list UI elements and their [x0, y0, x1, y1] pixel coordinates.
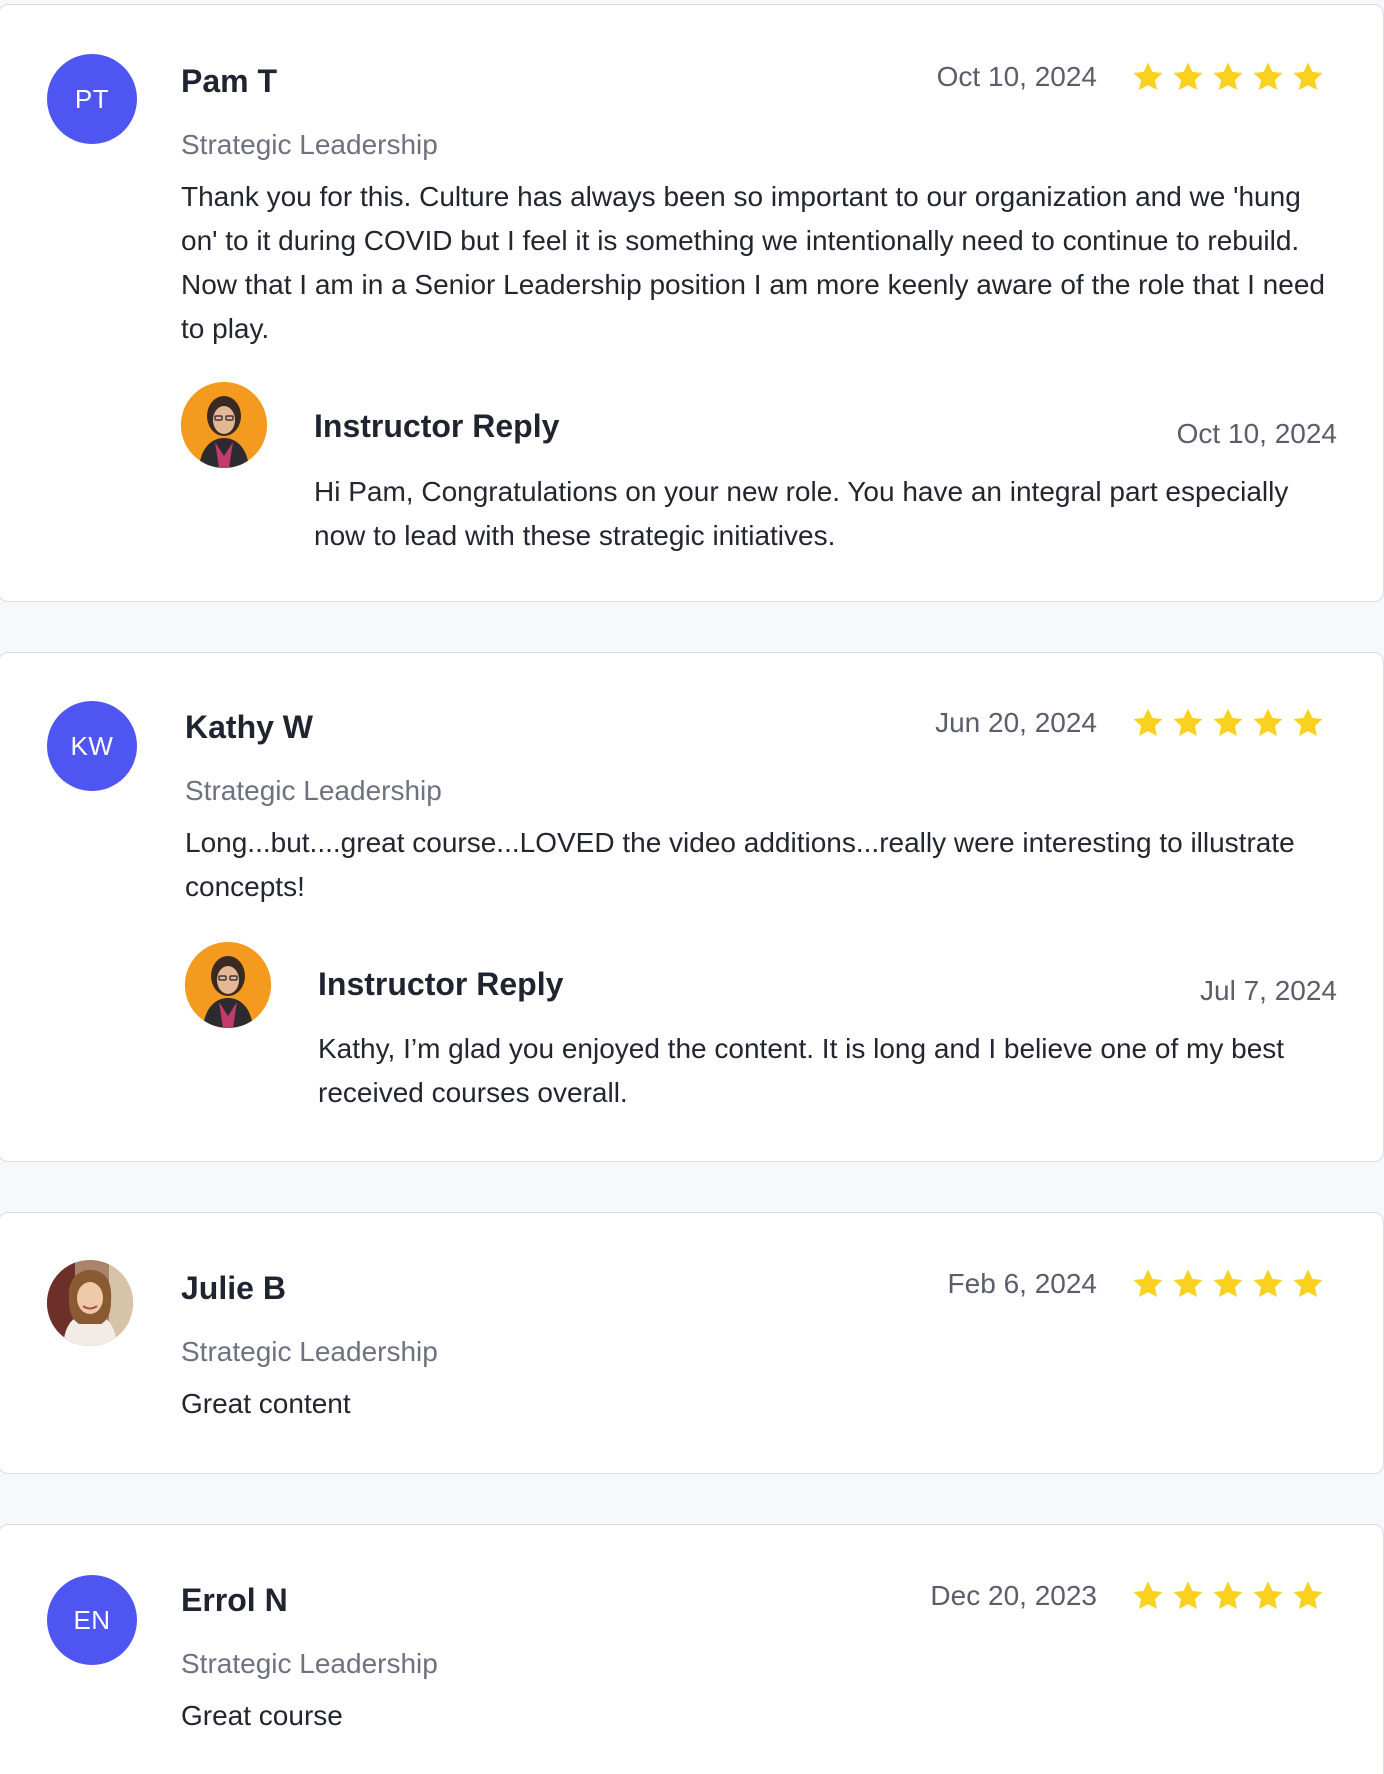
star-rating [1131, 1267, 1325, 1301]
user-avatar: KW [47, 701, 137, 791]
star-icon [1293, 1269, 1323, 1298]
star-icon [1253, 62, 1283, 91]
star-icon [1133, 1581, 1163, 1610]
course-name: Strategic Leadership [181, 1336, 438, 1367]
review-text: Long...but....great course...LOVED the v… [185, 827, 1295, 902]
star-icon [1213, 708, 1243, 737]
star-icon [1253, 1269, 1283, 1298]
review-text: Thank you for this. Culture has always b… [181, 181, 1325, 344]
star-icon [1213, 62, 1243, 91]
star-icon [1213, 1581, 1243, 1610]
instructor-reply-title: Instructor Reply [318, 966, 564, 1002]
review-card: KW Kathy W Jun 20, 2024 Strategic Leader… [0, 652, 1384, 1162]
review-date: Oct 10, 2024 [936, 61, 1097, 92]
star-icon [1253, 708, 1283, 737]
star-rating [1131, 706, 1325, 740]
star-icon [1253, 1581, 1283, 1610]
star-icon [1293, 62, 1323, 91]
star-icon [1213, 1269, 1243, 1298]
review-text: Great content [181, 1388, 351, 1419]
instructor-reply-title: Instructor Reply [314, 408, 560, 444]
review-card: EN Errol N Dec 20, 2023 Strategic Leader… [0, 1524, 1384, 1774]
reviewer-name: Julie B [181, 1270, 286, 1306]
star-icon [1173, 1581, 1203, 1610]
instructor-avatar [181, 382, 267, 468]
star-rating [1131, 1579, 1325, 1613]
reply-text: Kathy, I’m glad you enjoyed the content.… [318, 1033, 1285, 1108]
review-text: Great course [181, 1700, 343, 1731]
star-icon [1133, 62, 1163, 91]
star-icon [1173, 62, 1203, 91]
reviews-page: PT Pam T Oct 10, 2024 Strategic Leadersh… [0, 0, 1384, 1774]
reply-date: Jul 7, 2024 [1200, 975, 1337, 1006]
review-date: Feb 6, 2024 [947, 1268, 1097, 1299]
review-date: Jun 20, 2024 [935, 707, 1097, 738]
user-avatar: EN [47, 1575, 137, 1665]
star-icon [1173, 1269, 1203, 1298]
review-date: Dec 20, 2023 [930, 1580, 1097, 1611]
star-icon [1293, 1581, 1323, 1610]
star-icon [1173, 708, 1203, 737]
star-icon [1293, 708, 1323, 737]
instructor-avatar [185, 942, 271, 1028]
user-avatar: PT [47, 54, 137, 144]
reviewer-name: Errol N [181, 1582, 288, 1618]
star-rating [1131, 60, 1325, 94]
reply-date: Oct 10, 2024 [1176, 418, 1337, 449]
reply-text: Hi Pam, Congratulations on your new role… [314, 476, 1289, 551]
reviewer-name: Kathy W [185, 709, 313, 745]
reviewer-name: Pam T [181, 63, 278, 99]
review-card: Julie B Feb 6, 2024 Strategic Leadership… [0, 1212, 1384, 1474]
course-name: Strategic Leadership [181, 129, 438, 160]
course-name: Strategic Leadership [185, 775, 442, 806]
star-icon [1133, 1269, 1163, 1298]
star-icon [1133, 708, 1163, 737]
user-avatar [47, 1260, 133, 1346]
review-card: PT Pam T Oct 10, 2024 Strategic Leadersh… [0, 4, 1384, 602]
course-name: Strategic Leadership [181, 1648, 438, 1679]
